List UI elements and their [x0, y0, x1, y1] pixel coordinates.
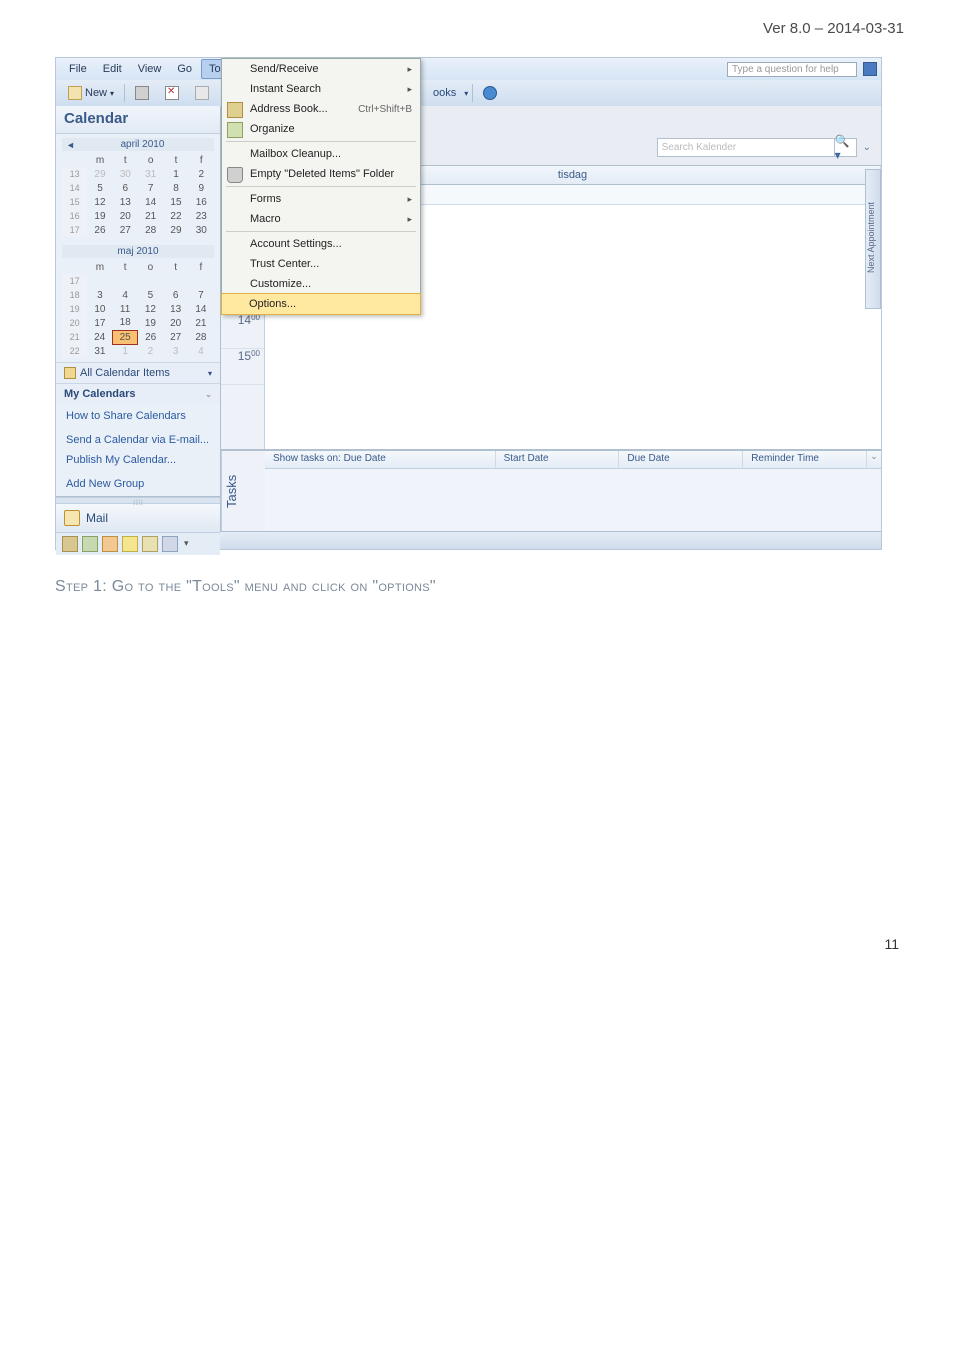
shortcuts-icon[interactable] [162, 536, 178, 552]
menu-address-book[interactable]: Address Book...Ctrl+Shift+B [222, 99, 420, 119]
toolbar-separator [124, 84, 125, 102]
page-number: 11 [0, 596, 954, 972]
next-appointment-tab[interactable]: Next Appointment [865, 169, 881, 309]
help-search-input[interactable]: Type a question for help [727, 62, 857, 77]
contacts-icon[interactable] [82, 536, 98, 552]
mail-nav-button[interactable]: Mail [56, 503, 220, 532]
menu-options[interactable]: Options... [221, 293, 421, 315]
how-to-share-link[interactable]: How to Share Calendars [56, 404, 220, 428]
categorize-button[interactable] [189, 83, 215, 103]
menu-empty-deleted[interactable]: Empty "Deleted Items" Folder [222, 164, 420, 184]
tasks-col-showon[interactable]: Show tasks on: Due Date [265, 451, 496, 468]
notes-icon[interactable] [122, 536, 138, 552]
menu-organize[interactable]: Organize [222, 119, 420, 139]
outlook-window: File Edit View Go Tools Actions QDIR Hel… [55, 57, 882, 550]
search-calendar-input[interactable]: Search Kalender 🔍 ▾ [657, 138, 857, 157]
chevron-down-icon[interactable]: ▾ [208, 369, 212, 378]
tasks-col-due[interactable]: Due Date [619, 451, 743, 468]
prev-month-icon[interactable]: ◄ [66, 140, 75, 150]
add-new-group-link[interactable]: Add New Group [56, 472, 220, 496]
calendar-icon [64, 367, 76, 379]
mini-calendar-april[interactable]: ◄ april 2010 mtotf 1329303112 1456789 15… [56, 134, 220, 241]
tasks-dropdown-icon[interactable]: ⌄ [867, 451, 881, 468]
expand-search-icon[interactable]: ⌄ [863, 142, 871, 153]
menu-forms[interactable]: Forms▸ [222, 189, 420, 209]
menu-send-receive[interactable]: Send/Receive▸ [222, 59, 420, 79]
categorize-icon [195, 86, 209, 100]
menu-instant-search[interactable]: Instant Search▸ [222, 79, 420, 99]
menu-customize[interactable]: Customize... [222, 274, 420, 294]
menu-macro[interactable]: Macro▸ [222, 209, 420, 229]
toolbar-ooks-label: ooks [433, 87, 456, 99]
configure-buttons-icon[interactable]: ▾ [182, 536, 191, 552]
search-icon[interactable]: 🔍 ▾ [834, 139, 856, 156]
menu-mailbox-cleanup[interactable]: Mailbox Cleanup... [222, 144, 420, 164]
nav-header-calendar: Calendar [56, 106, 220, 134]
trash-icon [227, 167, 243, 183]
menu-file[interactable]: File [62, 60, 94, 78]
time-slot-14: 1400 [221, 313, 264, 349]
tasks-col-start[interactable]: Start Date [496, 451, 620, 468]
toolbar: New ▾ ooks ▾ [56, 80, 881, 106]
cal-month-label: maj 2010 [117, 246, 158, 257]
organize-icon [227, 122, 243, 138]
chevron-down-icon: ▾ [110, 89, 114, 98]
print-button[interactable] [129, 83, 155, 103]
my-calendars-section[interactable]: My Calendars ⌄ [56, 383, 220, 404]
navigation-pane: Calendar ◄ april 2010 mtotf 1329303112 1… [56, 106, 221, 531]
time-slot-15: 1500 [221, 349, 264, 385]
print-icon [135, 86, 149, 100]
tasks-header-row: Show tasks on: Due Date Start Date Due D… [265, 451, 881, 469]
tasks-icon[interactable] [102, 536, 118, 552]
help-icon [483, 86, 497, 100]
tasks-panel-label: Tasks [221, 451, 265, 531]
all-calendar-items[interactable]: All Calendar Items ▾ [56, 362, 220, 383]
mini-calendar-maj[interactable]: maj 2010 mtotf 17 1834567 191011121314 2… [56, 241, 220, 362]
cal-month-label: april 2010 [121, 139, 165, 150]
tools-dropdown-menu: Send/Receive▸ Instant Search▸ Address Bo… [221, 58, 421, 315]
menu-account-settings[interactable]: Account Settings... [222, 234, 420, 254]
menu-bar: File Edit View Go Tools Actions QDIR Hel… [56, 58, 881, 80]
new-button[interactable]: New ▾ [62, 83, 120, 103]
delete-button[interactable] [159, 83, 185, 103]
menu-go[interactable]: Go [170, 60, 199, 78]
new-icon [68, 86, 82, 100]
mail-icon [64, 510, 80, 526]
calendar-icon[interactable] [62, 536, 78, 552]
menu-edit[interactable]: Edit [96, 60, 129, 78]
folder-icon[interactable] [142, 536, 158, 552]
toolbar-separator [472, 84, 473, 102]
help-button[interactable] [477, 83, 503, 103]
tasks-col-reminder[interactable]: Reminder Time [743, 451, 867, 468]
address-book-icon [227, 102, 243, 118]
menu-view[interactable]: View [131, 60, 169, 78]
tasks-panel: Tasks Show tasks on: Due Date Start Date… [221, 449, 881, 531]
step-caption: Step 1: Go to the "Tools" menu and click… [55, 578, 954, 596]
help-dropdown-icon[interactable] [863, 62, 877, 76]
menu-trust-center[interactable]: Trust Center... [222, 254, 420, 274]
delete-icon [165, 86, 179, 100]
chevron-down-icon[interactable]: ▾ [464, 89, 468, 98]
chevron-down-icon[interactable]: ⌄ [205, 390, 212, 399]
nav-module-icons: ▾ [56, 532, 220, 555]
doc-version-header: Ver 8.0 – 2014-03-31 [0, 0, 954, 47]
publish-calendar-link[interactable]: Publish My Calendar... [56, 448, 220, 472]
new-label: New [85, 87, 107, 99]
